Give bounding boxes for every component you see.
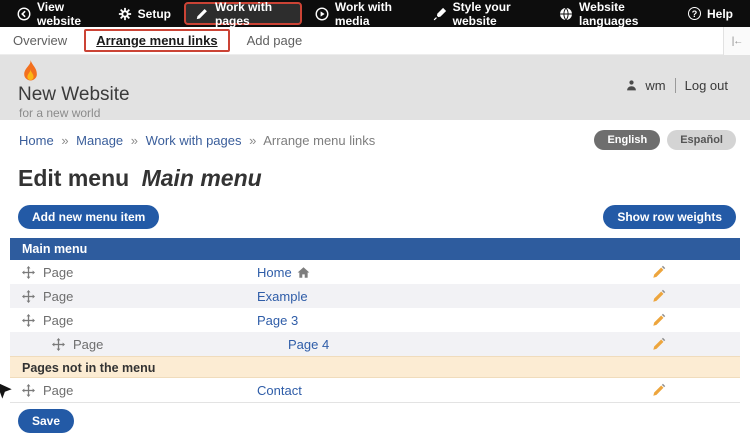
site-header: New Website for a new world wm Log out (0, 55, 750, 120)
toolbar-item-style-your-website[interactable]: Style your website (422, 0, 548, 27)
username[interactable]: wm (645, 78, 665, 93)
flame-logo-icon (19, 60, 41, 86)
drag-handle-icon[interactable] (22, 266, 35, 279)
row-type-label: Page (73, 337, 103, 352)
tab-add-page[interactable]: Add page (234, 33, 316, 48)
toolbar-item-label: Website languages (579, 0, 666, 28)
edit-pencil-icon[interactable] (652, 313, 666, 327)
toolbar-item-label: Work with pages (215, 0, 291, 28)
edit-pencil-icon[interactable] (652, 337, 666, 351)
divider (675, 78, 676, 93)
breadcrumb-link-work-with-pages[interactable]: Work with pages (146, 133, 242, 148)
toolbar-item-label: View website (37, 0, 96, 28)
language-switcher: English Español (594, 130, 736, 150)
table-section-pages-not-in-menu: Pages not in the menu (10, 356, 740, 378)
page-title: Edit menu Main menu (18, 165, 750, 192)
menu-link-page-3[interactable]: Page 3 (257, 313, 298, 328)
table-header-main-menu: Main menu (10, 238, 740, 260)
row-type-label: Page (43, 313, 73, 328)
menu-link-contact[interactable]: Contact (257, 383, 302, 398)
breadcrumb-separator: » (249, 133, 256, 148)
drag-handle-icon[interactable] (22, 384, 35, 397)
edit-pencil-icon[interactable] (652, 289, 666, 303)
menu-links-table: Main menu Page Home Page Example (10, 238, 740, 403)
toolbar-item-view-website[interactable]: View website (6, 0, 107, 27)
globe-icon (559, 7, 573, 21)
row-type-label: Page (43, 383, 73, 398)
page-title-menu-name: Main menu (142, 165, 262, 191)
breadcrumb-separator: » (61, 133, 68, 148)
toolbar-item-setup[interactable]: Setup (107, 0, 182, 27)
breadcrumb: Home » Manage » Work with pages » Arrang… (19, 133, 375, 148)
row-type-label: Page (43, 265, 73, 280)
toolbar-item-work-with-pages[interactable]: Work with pages (184, 2, 302, 25)
site-name[interactable]: New Website (18, 84, 130, 106)
brush-icon (433, 7, 447, 21)
logout-link[interactable]: Log out (685, 78, 728, 93)
menu-link-example[interactable]: Example (257, 289, 308, 304)
tab-arrange-menu-links[interactable]: Arrange menu links (84, 29, 229, 52)
language-pill-english[interactable]: English (594, 130, 660, 150)
play-icon (315, 7, 329, 21)
drag-handle-icon[interactable] (22, 314, 35, 327)
toolbar-item-label: Setup (138, 7, 171, 21)
toolbar-item-label: Style your website (453, 0, 537, 28)
drag-handle-icon[interactable] (52, 338, 65, 351)
breadcrumb-link-home[interactable]: Home (19, 133, 54, 148)
menu-row: Page Page 4 (10, 332, 740, 356)
toolbar-item-help[interactable]: ? Help (677, 0, 744, 27)
gear-icon (118, 7, 132, 21)
breadcrumb-link-manage[interactable]: Manage (76, 133, 123, 148)
menu-row: Page Page 3 (10, 308, 740, 332)
menu-row: Page Home (10, 260, 740, 284)
edit-pencil-icon[interactable] (652, 383, 666, 397)
toolbar-collapse-icon[interactable]: |← (723, 27, 750, 55)
edit-pencil-icon[interactable] (652, 265, 666, 279)
menu-link-page-4[interactable]: Page 4 (288, 337, 329, 352)
pencil-icon (195, 7, 209, 21)
user-icon (625, 79, 638, 92)
tab-overview[interactable]: Overview (0, 33, 80, 48)
save-button[interactable]: Save (18, 409, 74, 433)
language-pill-espanol[interactable]: Español (667, 130, 736, 150)
help-icon: ? (688, 7, 701, 20)
menu-link-home[interactable]: Home (257, 265, 292, 280)
menu-row: Page Contact (10, 378, 740, 402)
site-slogan: for a new world (19, 106, 100, 120)
drag-handle-icon[interactable] (22, 290, 35, 303)
row-type-label: Page (43, 289, 73, 304)
admin-toolbar: View website Setup Work with pages Work … (0, 0, 750, 27)
show-row-weights-button[interactable]: Show row weights (603, 205, 736, 229)
toolbar-item-label: Help (707, 7, 733, 21)
toolbar-item-label: Work with media (335, 0, 411, 28)
toolbar-item-website-languages[interactable]: Website languages (548, 0, 677, 27)
page-title-prefix: Edit menu (18, 165, 129, 191)
back-icon (17, 7, 31, 21)
home-icon (297, 266, 310, 279)
breadcrumb-current: Arrange menu links (263, 133, 375, 148)
user-box: wm Log out (625, 78, 728, 93)
local-tasks-bar: Overview Arrange menu links Add page |← (0, 27, 750, 55)
menu-row: Page Example (10, 284, 740, 308)
toolbar-item-work-with-media[interactable]: Work with media (304, 0, 422, 27)
add-new-menu-item-button[interactable]: Add new menu item (18, 205, 159, 229)
breadcrumb-separator: » (131, 133, 138, 148)
